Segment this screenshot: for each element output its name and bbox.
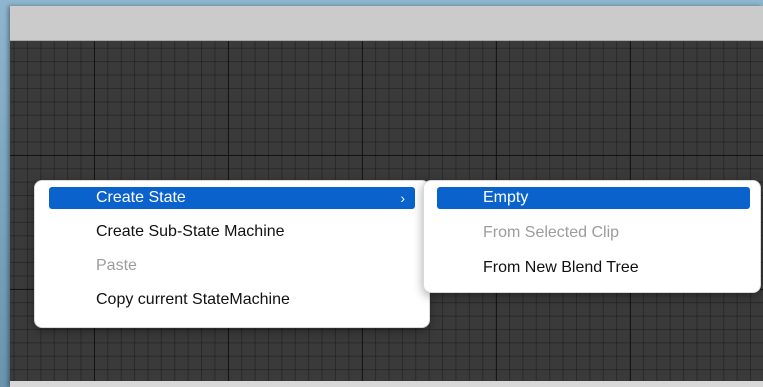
submenu-item-from-selected-clip: From Selected Clip [437, 222, 750, 244]
menu-item-label: Create State [96, 189, 186, 206]
menu-item-create-sub-state-machine[interactable]: Create Sub-State Machine [49, 221, 415, 243]
menu-item-paste: Paste [49, 255, 415, 277]
menu-item-copy-current-statemachine[interactable]: Copy current StateMachine [49, 289, 415, 311]
menu-item-create-state[interactable]: Create State › [49, 187, 415, 209]
menu-item-label: Empty [483, 189, 529, 206]
menu-item-label: Copy current StateMachine [96, 291, 290, 308]
submenu-item-empty[interactable]: Empty [437, 187, 750, 209]
menu-item-label: From New Blend Tree [483, 259, 639, 276]
submenu-item-from-new-blend-tree[interactable]: From New Blend Tree [437, 257, 750, 279]
context-menu: Create State › Create Sub-State Machine … [34, 180, 430, 328]
window-titlebar[interactable] [10, 6, 763, 41]
menu-item-label: From Selected Clip [483, 224, 620, 241]
bottom-edge-strip [10, 381, 763, 387]
chevron-right-icon: › [400, 190, 405, 206]
menu-item-label: Paste [96, 257, 137, 274]
menu-item-label: Create Sub-State Machine [96, 223, 285, 240]
create-state-submenu: Empty From Selected Clip From New Blend … [423, 180, 761, 293]
